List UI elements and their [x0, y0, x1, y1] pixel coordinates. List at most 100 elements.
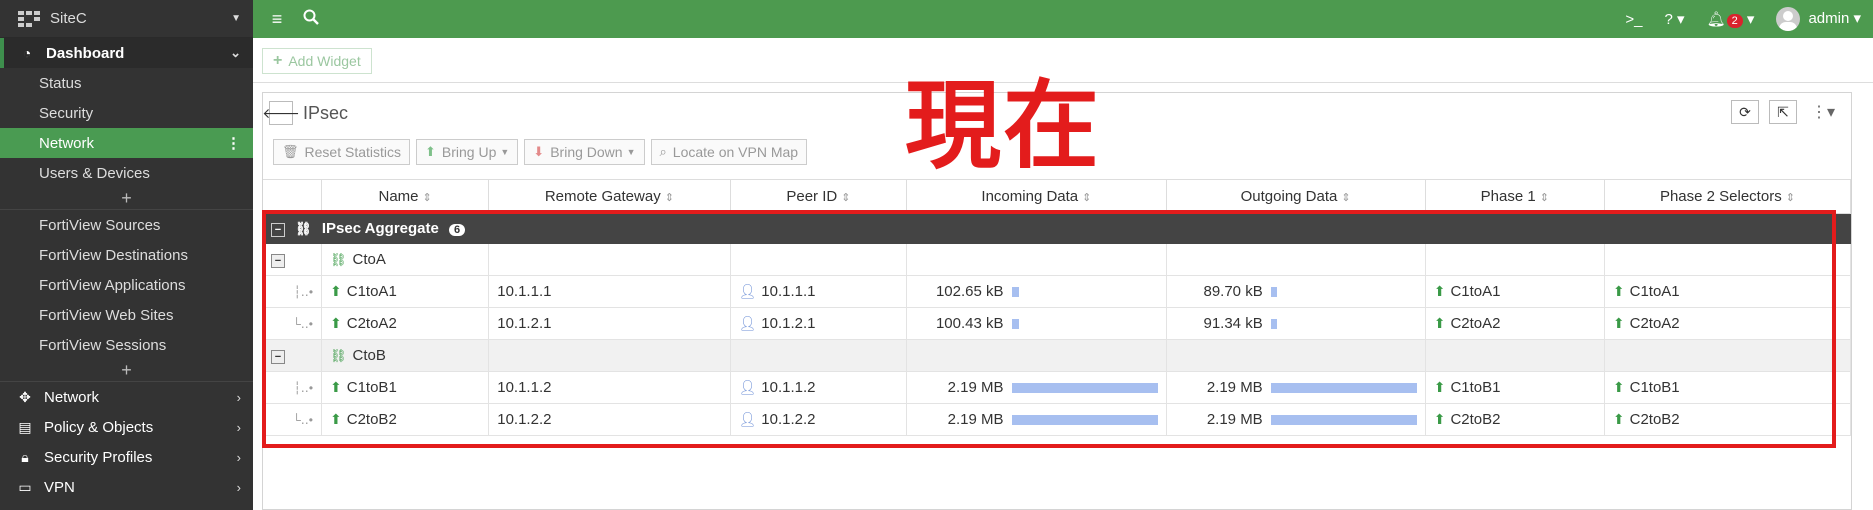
sidebar-section-network[interactable]: ✥ Network ›: [0, 382, 253, 412]
phase1-cell: ⬆ C2toA2: [1425, 307, 1605, 340]
column-label: Phase 2 Selectors: [1659, 188, 1782, 205]
back-button[interactable]: 🡐: [262, 101, 300, 125]
incoming-data-cell: 2.19 MB: [906, 371, 1167, 404]
remote-gateway: 10.1.2.2: [488, 403, 731, 436]
tree-connector: └‥•: [263, 307, 323, 340]
phase1-cell: ⬆ C1toB1: [1425, 371, 1605, 404]
outgoing-bar: [1270, 318, 1277, 329]
cli-console-icon[interactable]: >_: [1625, 11, 1642, 28]
outgoing-data-cell: 2.19 MB: [1166, 403, 1426, 436]
refresh-button[interactable]: ⟳: [1730, 100, 1759, 124]
tree-cell[interactable]: −: [263, 243, 323, 276]
collapse-icon[interactable]: −: [271, 254, 285, 269]
add-widget-button[interactable]: + Add Widget: [262, 48, 372, 74]
status-up-icon: ⬆: [1612, 411, 1625, 427]
sort-icon: ⇕: [1785, 192, 1795, 204]
outgoing-data: 89.70 kB: [1175, 283, 1417, 300]
bell-icon: 🔔︎: [1706, 11, 1726, 28]
widget-menu-button[interactable]: ⋮▾: [1807, 102, 1839, 122]
column-header-phase-2-selectors[interactable]: Phase 2 Selectors ⇕: [1604, 179, 1852, 214]
collapse-icon[interactable]: −: [271, 223, 285, 238]
status-up-icon: ⬆: [1433, 315, 1446, 331]
widget-title: IPsec: [303, 102, 349, 123]
outgoing-value: 89.70 kB: [1203, 283, 1263, 300]
locate-on-vpn-map-button[interactable]: ⌕ Locate on VPN Map: [650, 139, 808, 165]
plus-icon: +: [121, 360, 132, 380]
outgoing-value: 2.19 MB: [1206, 411, 1263, 428]
add-widget-label: Add Widget: [288, 53, 361, 69]
sidebar-item-label: FortiView Applications: [39, 276, 186, 294]
tunnel-name-cell: ⬆ C1toA1: [321, 275, 490, 308]
sidebar-item-fortiview-sources[interactable]: FortiView Sources: [0, 210, 253, 240]
column-header-incoming-data[interactable]: Incoming Data ⇕: [906, 179, 1167, 214]
sidebar-item-security[interactable]: Security: [0, 98, 253, 128]
column-label: Outgoing Data: [1240, 188, 1338, 205]
peer-id-cell: 👤︎ 10.1.2.2: [730, 403, 908, 436]
sidebar-item-fortiview-destinations[interactable]: FortiView Destinations: [0, 240, 253, 270]
table-row[interactable]: └‥• ⬆ C2toB2 10.1.2.2 👤︎ 10.1.2.2 2.19 MB 2.19 …: [263, 403, 1852, 436]
column-label: Incoming Data: [981, 188, 1079, 205]
arrow-left-icon: 🡐: [262, 104, 300, 121]
incoming-bar-track: [1011, 286, 1158, 297]
tree-line-icon: ┆‥•: [293, 285, 314, 299]
notifications-button[interactable]: 🔔︎ 2 ▾: [1706, 10, 1754, 28]
button-label: Locate on VPN Map: [672, 144, 799, 160]
table-row[interactable]: ┆‥• ⬆ C1toA1 10.1.1.1 👤︎ 10.1.1.1 102.65 kB 89.…: [263, 275, 1852, 308]
tunnel-name-cell: ⬆ C1toB1: [321, 371, 490, 404]
sidebar-item-network[interactable]: Network ⋮: [0, 128, 253, 158]
tunnel-name: C2toA2: [346, 315, 397, 332]
column-label: Peer ID: [786, 188, 838, 205]
column-header-remote-gateway[interactable]: Remote Gateway ⇕: [488, 179, 731, 214]
empty-cell: [1604, 339, 1852, 372]
peer-id-cell: 👤︎ 10.1.1.1: [730, 275, 908, 308]
device-selector[interactable]: SiteC ▼: [0, 0, 253, 38]
tree-cell[interactable]: −: [263, 339, 323, 372]
group-row[interactable]: − ⛓︎ CtoA: [263, 243, 1852, 276]
bring-up-button[interactable]: ⬆ Bring Up ▼: [416, 139, 519, 165]
status-up-icon: ⬆: [1433, 283, 1446, 299]
aggregate-row[interactable]: − ⛓︎ IPsec Aggregate 6: [263, 213, 1851, 244]
sidebar-section-dashboard[interactable]: ◔ Dashboard ⌄: [0, 38, 253, 68]
user-icon: 👤︎: [738, 283, 757, 299]
table-row[interactable]: └‥• ⬆ C2toA2 10.1.2.1 👤︎ 10.1.2.1 100.43 kB 91.…: [263, 307, 1852, 340]
incoming-data: 2.19 MB: [915, 411, 1158, 428]
status-up-icon: ⬆: [1612, 379, 1625, 395]
empty-cell: [906, 339, 1167, 372]
aggregate-icon: ⛓︎: [295, 220, 312, 236]
status-up-icon: ⬆: [330, 283, 342, 299]
column-header-name[interactable]: Name ⇕: [321, 179, 490, 214]
sidebar-item-fortiview-applications[interactable]: FortiView Applications: [0, 270, 253, 300]
sidebar-section-vpn[interactable]: ▭ VPN ›: [0, 472, 253, 502]
add-dashboard-button[interactable]: +: [0, 188, 253, 210]
sidebar-item-fortiview-sessions[interactable]: FortiView Sessions: [0, 330, 253, 360]
column-header-tree: [263, 179, 323, 214]
column-header-phase-1[interactable]: Phase 1 ⇕: [1425, 179, 1605, 214]
sidebar-section-policy-objects[interactable]: ▤ Policy & Objects ›: [0, 412, 253, 442]
bring-down-button[interactable]: ⬇ Bring Down ▼: [524, 139, 645, 165]
help-icon[interactable]: ? ▾: [1665, 10, 1685, 28]
column-header-peer-id[interactable]: Peer ID ⇕: [730, 179, 908, 214]
search-icon[interactable]: [301, 9, 321, 30]
user-menu[interactable]: admin ▾: [1776, 7, 1861, 31]
sidebar-item-status[interactable]: Status: [0, 68, 253, 98]
phase2-name: C1toA1: [1629, 283, 1680, 300]
sidebar-section-security-profiles[interactable]: 🔒︎ Security Profiles ›: [0, 442, 253, 472]
incoming-data-cell: 2.19 MB: [906, 403, 1167, 436]
status-up-icon: ⬆: [330, 315, 342, 331]
table-row[interactable]: ┆‥• ⬆ C1toB1 10.1.1.2 👤︎ 10.1.1.2 2.19 MB 2.19 …: [263, 371, 1852, 404]
column-header-outgoing-data[interactable]: Outgoing Data ⇕: [1166, 179, 1426, 214]
sidebar-item-users-devices[interactable]: Users & Devices: [0, 158, 253, 188]
empty-cell: [1166, 339, 1426, 372]
expand-button[interactable]: ⇱: [1768, 100, 1797, 124]
collapse-icon[interactable]: −: [271, 350, 285, 365]
tree-connector: └‥•: [263, 403, 323, 436]
reset-statistics-button[interactable]: 🗑︎ Reset Statistics: [273, 139, 410, 165]
empty-cell: [1604, 243, 1852, 276]
menu-icon[interactable]: ≡: [267, 9, 287, 30]
sidebar-item-fortiview-web-sites[interactable]: FortiView Web Sites: [0, 300, 253, 330]
more-vertical-icon[interactable]: ⋮: [226, 134, 241, 152]
group-row[interactable]: − ⛓︎ CtoB: [263, 339, 1852, 372]
incoming-bar: [1011, 382, 1158, 393]
add-fortiview-button[interactable]: +: [0, 360, 253, 382]
phase2-name: C2toA2: [1629, 315, 1680, 332]
